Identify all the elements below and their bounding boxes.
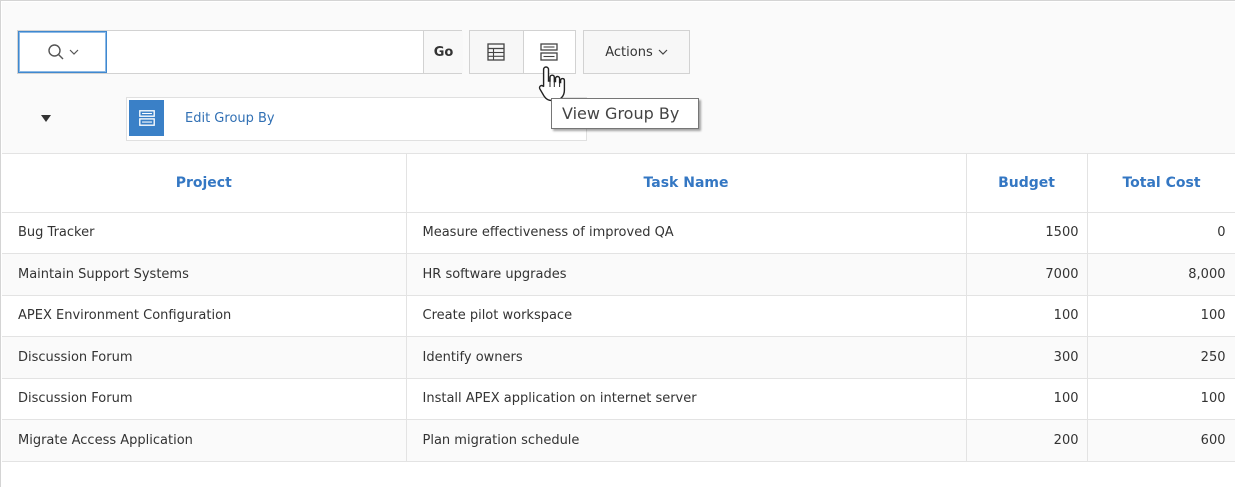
- table-row: Maintain Support Systems HR software upg…: [2, 253, 1235, 296]
- cell-total-cost: 0: [1087, 212, 1235, 254]
- cell-budget: 300: [966, 336, 1088, 379]
- cell-project: Discussion Forum: [2, 336, 407, 379]
- cell-task-name: Install APEX application on internet ser…: [406, 378, 967, 420]
- cell-total-cost: 100: [1087, 295, 1235, 337]
- cell-project: Migrate Access Application: [2, 419, 407, 462]
- cell-budget: 100: [966, 378, 1088, 420]
- view-group-by-tooltip: View Group By: [551, 98, 699, 129]
- cell-project: Maintain Support Systems: [2, 253, 407, 296]
- chevron-down-icon: [69, 49, 78, 55]
- column-header-project[interactable]: Project: [2, 154, 407, 213]
- cell-project: Discussion Forum: [2, 378, 407, 420]
- table-row: Discussion Forum Install APEX applicatio…: [2, 378, 1235, 420]
- cell-budget: 100: [966, 295, 1088, 337]
- table-row: Migrate Access Application Plan migratio…: [2, 419, 1235, 462]
- report-toolbar: Go Actions: [2, 2, 1235, 86]
- grid-view-icon: [487, 43, 505, 61]
- cell-budget: 1500: [966, 212, 1088, 254]
- go-button[interactable]: Go: [423, 31, 463, 73]
- cell-total-cost: 250: [1087, 336, 1235, 379]
- view-report-button[interactable]: [470, 31, 523, 73]
- column-header-budget[interactable]: Budget: [966, 154, 1088, 213]
- cell-task-name: HR software upgrades: [406, 253, 967, 296]
- cell-project: APEX Environment Configuration: [2, 295, 407, 337]
- cell-project: Bug Tracker: [2, 212, 407, 254]
- cell-total-cost: 100: [1087, 378, 1235, 420]
- search-bar: Go: [17, 30, 463, 75]
- cell-task-name: Identify owners: [406, 336, 967, 379]
- cell-task-name: Plan migration schedule: [406, 419, 967, 462]
- column-header-total-cost[interactable]: Total Cost: [1087, 154, 1235, 213]
- cell-budget: 7000: [966, 253, 1088, 296]
- search-icon: [47, 44, 63, 60]
- collapse-toggle-icon[interactable]: [41, 115, 51, 122]
- report-table: Project Task Name Budget Total Cost Bug …: [2, 154, 1235, 462]
- edit-group-by-chip[interactable]: Edit Group By: [126, 97, 587, 141]
- actions-menu-button[interactable]: Actions: [583, 30, 690, 74]
- group-by-icon: [129, 100, 164, 136]
- cell-task-name: Measure effectiveness of improved QA: [406, 212, 967, 254]
- edit-group-by-label: Edit Group By: [185, 111, 275, 126]
- table-row: APEX Environment Configuration Create pi…: [2, 295, 1235, 337]
- cell-total-cost: 600: [1087, 419, 1235, 462]
- actions-label: Actions: [605, 44, 653, 60]
- group-by-view-icon: [540, 43, 558, 61]
- cell-task-name: Create pilot workspace: [406, 295, 967, 337]
- search-input[interactable]: [107, 31, 425, 75]
- cell-total-cost: 8,000: [1087, 253, 1235, 296]
- search-column-button[interactable]: [18, 31, 107, 73]
- chevron-down-icon: [658, 49, 668, 55]
- table-row: Discussion Forum Identify owners 300 250: [2, 336, 1235, 379]
- report-region: Go Actions Edit Group By Project Task Na…: [0, 0, 1235, 487]
- cell-budget: 200: [966, 419, 1088, 462]
- table-header-row: Project Task Name Budget Total Cost: [2, 154, 1235, 213]
- table-row: Bug Tracker Measure effectiveness of imp…: [2, 212, 1235, 254]
- column-header-task-name[interactable]: Task Name: [406, 154, 967, 213]
